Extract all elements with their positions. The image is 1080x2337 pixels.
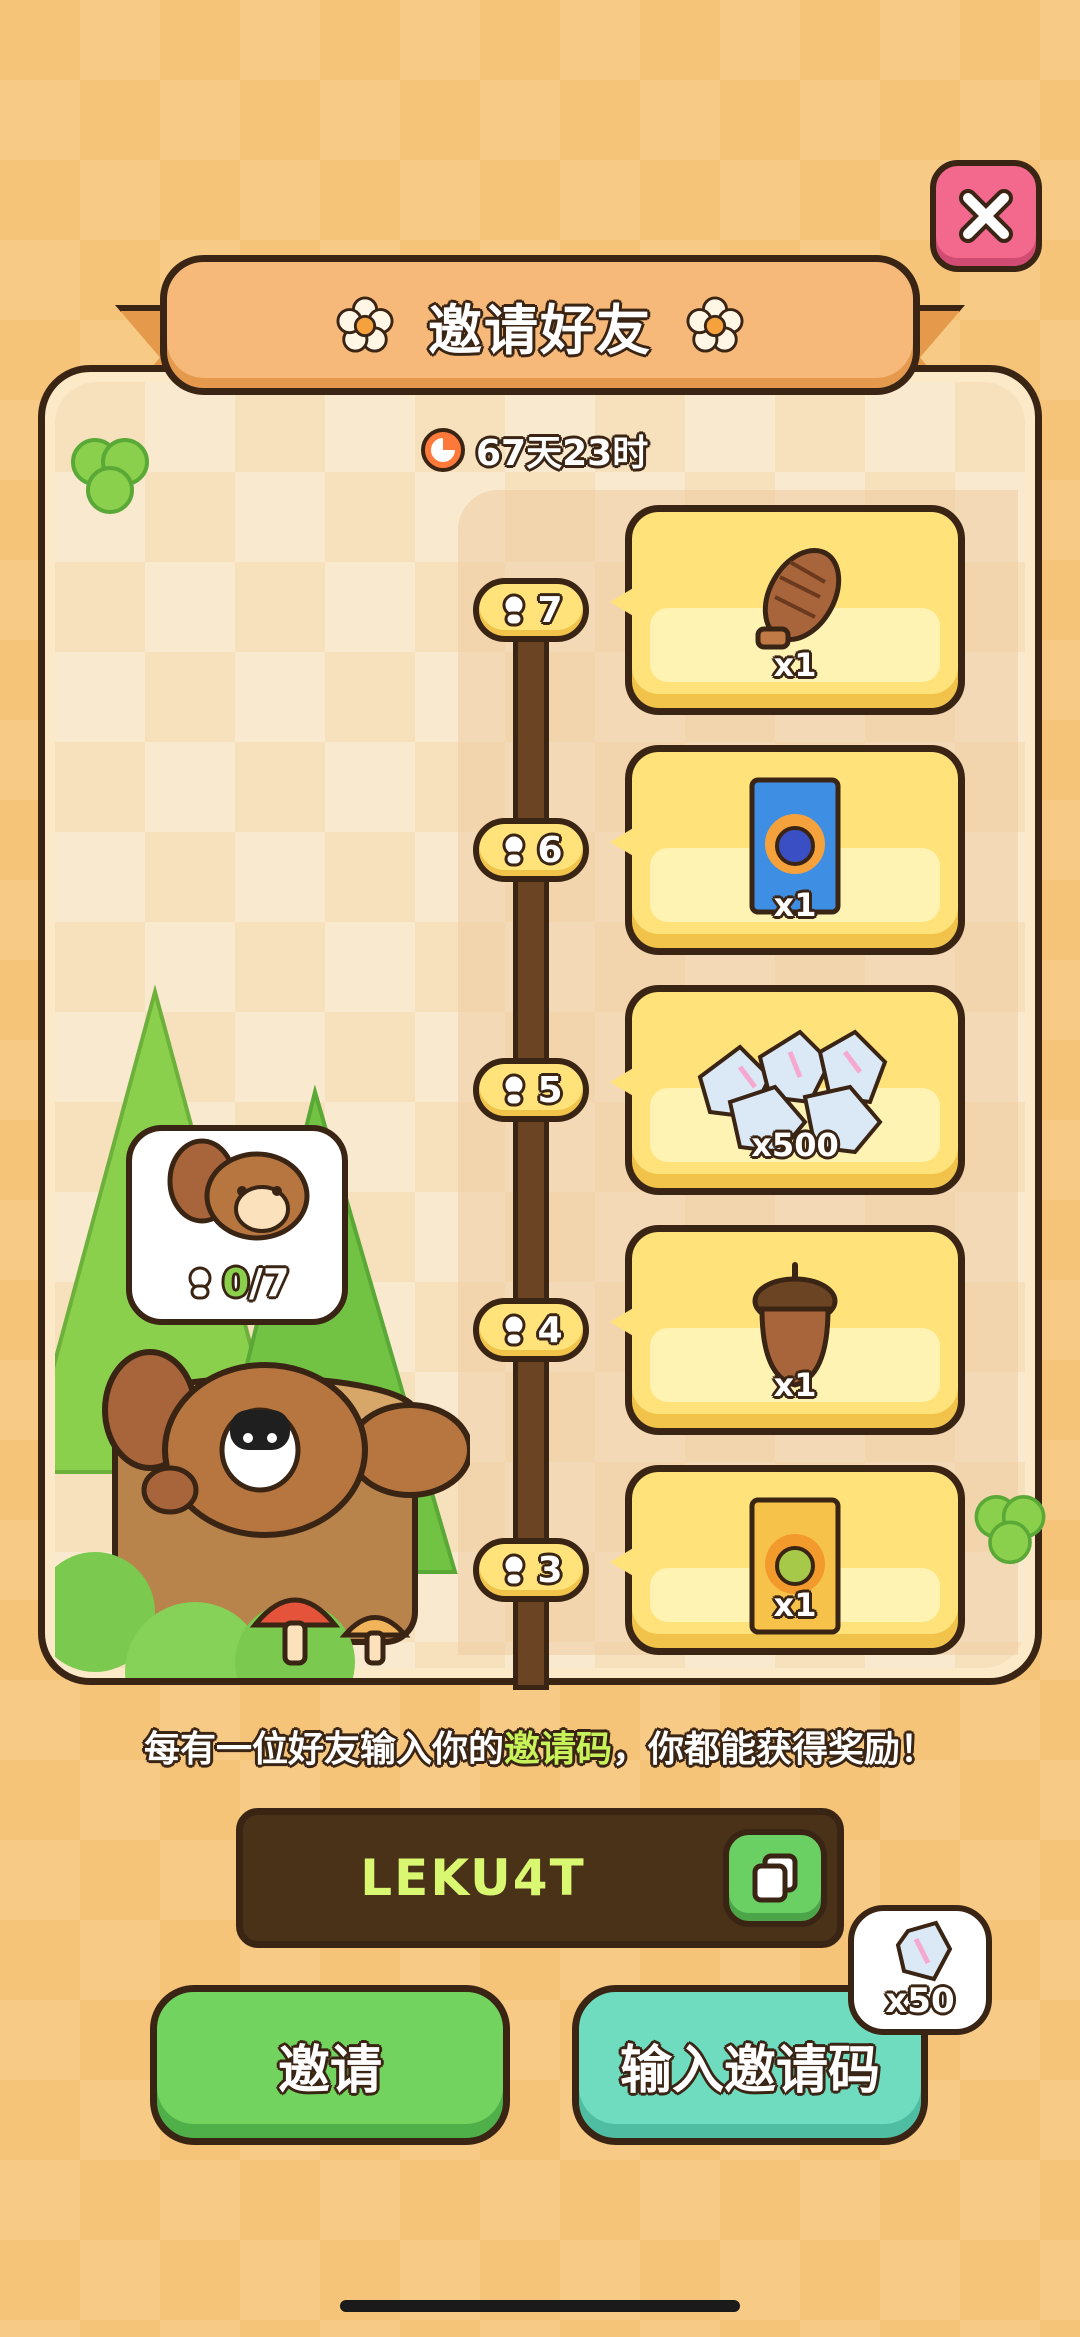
friend-progress-count: 0/7 xyxy=(223,1261,290,1305)
flower-icon xyxy=(336,296,394,353)
reward-quantity: x1 xyxy=(773,886,817,924)
friend-icon xyxy=(502,1073,526,1107)
flower-icon xyxy=(686,296,744,353)
friend-icon xyxy=(502,593,526,627)
reward-quantity: x1 xyxy=(773,1586,817,1624)
reward-quantity: x1 xyxy=(773,1366,817,1404)
dialog-title: 邀请好友 xyxy=(428,298,652,362)
milestone-level: 5 xyxy=(537,1069,563,1111)
bonus-quantity: x50 xyxy=(885,1981,955,2021)
milestone-badge-5: 5 xyxy=(473,1058,589,1122)
reward-card-5: x500 xyxy=(625,985,965,1195)
invite-info-text: 每有一位好友输入你的邀请码，你都能获得奖励！ xyxy=(0,1720,1080,1772)
friend-progress-bubble: 0/7 xyxy=(126,1125,348,1325)
clover-icon xyxy=(71,438,149,514)
milestone-track-bar xyxy=(513,600,549,1690)
title-banner: 邀请好友 xyxy=(160,255,920,395)
info-prefix: 每有一位好友输入你的 xyxy=(143,1729,504,1770)
info-suffix: ，你都能获得奖励！ xyxy=(612,1729,937,1770)
milestone-badge-6: 6 xyxy=(473,818,589,882)
copy-code-button[interactable] xyxy=(723,1829,827,1927)
close-icon xyxy=(959,189,1013,243)
milestone-badge-7: 7 xyxy=(473,578,589,642)
friend-icon xyxy=(502,833,526,867)
mushroom-icon xyxy=(249,1597,411,1666)
friend-progress: 0/7 xyxy=(132,1261,342,1305)
friend-count-current: 0 xyxy=(222,1261,250,1305)
reward-card-6: x1 xyxy=(625,745,965,955)
invite-button[interactable]: 邀请 xyxy=(150,1985,510,2145)
milestone-level: 4 xyxy=(537,1309,563,1351)
crystal-gem-icon xyxy=(895,1920,953,1982)
event-timer: 67天23时 xyxy=(420,420,648,480)
friend-count-total: 7 xyxy=(262,1261,290,1305)
reward-card-7: x1 xyxy=(625,505,965,715)
reward-quantity: x500 xyxy=(751,1126,839,1164)
reward-card-3: x1 xyxy=(625,1465,965,1655)
milestone-badge-4: 4 xyxy=(473,1298,589,1362)
friend-icon xyxy=(502,1553,526,1587)
timer-text: 67天23时 xyxy=(476,433,649,474)
friend-count-separator: / xyxy=(249,1261,263,1305)
squirrel-avatar-icon xyxy=(167,1138,310,1241)
milestone-level: 7 xyxy=(537,589,563,631)
clover-icon xyxy=(974,1495,1046,1565)
reward-quantity: x1 xyxy=(773,646,817,684)
copy-icon xyxy=(752,1853,798,1903)
invite-button-label: 邀请 xyxy=(277,2040,382,2101)
enter-code-button-label: 输入邀请码 xyxy=(619,2040,880,2101)
squirrel-mascot xyxy=(102,1349,470,1538)
home-indicator[interactable] xyxy=(340,2300,740,2312)
enter-code-bonus-bubble: x50 xyxy=(848,1905,992,2035)
close-button[interactable] xyxy=(930,160,1042,272)
milestone-badge-3: 3 xyxy=(473,1538,589,1602)
timer-clock-icon xyxy=(421,428,465,472)
milestone-level: 6 xyxy=(537,829,563,871)
reward-card-4: x1 xyxy=(625,1225,965,1435)
friend-icon xyxy=(502,1313,526,1347)
friend-icon xyxy=(188,1266,212,1300)
invite-code-text: LEKU4T xyxy=(360,1849,586,1907)
invite-code-box: LEKU4T xyxy=(236,1808,844,1948)
info-highlight: 邀请码 xyxy=(503,1729,612,1770)
milestone-level: 3 xyxy=(537,1549,563,1591)
